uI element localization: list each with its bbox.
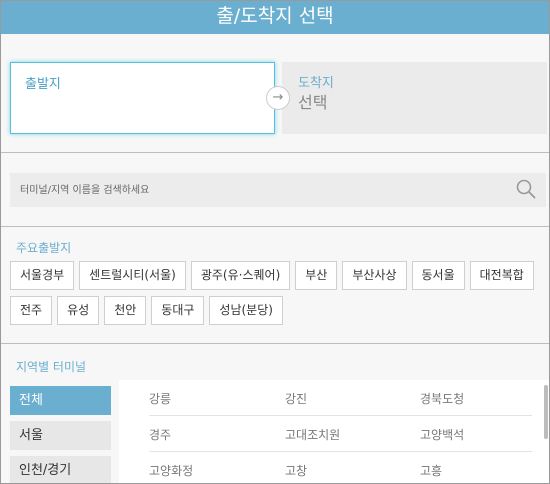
chip-central-city[interactable]: 센트럴시티(서울) xyxy=(79,261,186,290)
chip-gwangju[interactable]: 광주(유·스퀘어) xyxy=(190,261,291,290)
terminal-select-window: 출/도착지 선택 출발지 도착지 선택 → 주요출발지 서울경부 센트럴시티(서… xyxy=(0,0,550,484)
chip-busan-sasang[interactable]: 부산사상 xyxy=(342,261,407,290)
chip-seoul-gyeongbu[interactable]: 서울경부 xyxy=(10,261,75,290)
major-departures-row-1: 서울경부 센트럴시티(서울) 광주(유·스퀘어) 부산 부산사상 동서울 대전복… xyxy=(10,261,534,290)
terminal-row: 경주 고대조치원 고양백석 xyxy=(149,416,532,452)
arrow-right-icon: → xyxy=(266,86,290,110)
terminal-row: 강릉 강진 경북도청 xyxy=(149,380,532,416)
terminal-list: 강릉 강진 경북도청 경주 고대조치원 고양백석 고양화정 고창 고흥 xyxy=(119,380,549,483)
arrival-field[interactable]: 도착지 선택 xyxy=(282,62,547,134)
departure-field[interactable]: 출발지 xyxy=(10,62,275,134)
terminal-item[interactable]: 경주 xyxy=(149,426,171,443)
departure-label: 출발지 xyxy=(25,77,61,92)
divider xyxy=(1,152,549,153)
search-input[interactable] xyxy=(20,182,500,198)
region-item-incheon-gyeonggi[interactable]: 인천/경기 xyxy=(10,456,111,483)
terminal-item[interactable]: 고양화정 xyxy=(149,462,193,479)
chip-dongdaegu[interactable]: 동대구 xyxy=(151,296,205,325)
chip-jeonju[interactable]: 전주 xyxy=(10,296,53,325)
arrival-value: 선택 xyxy=(298,93,328,112)
terminal-item[interactable]: 고창 xyxy=(285,462,307,479)
terminal-item[interactable]: 강릉 xyxy=(149,390,171,407)
major-departures-title: 주요출발지 xyxy=(16,241,72,255)
chip-daejeon[interactable]: 대전복합 xyxy=(469,261,534,290)
region-list: 전체 서울 인천/경기 xyxy=(10,386,111,483)
divider xyxy=(1,226,549,227)
terminal-item[interactable]: 경북도청 xyxy=(420,390,464,407)
chip-yuseong[interactable]: 유성 xyxy=(57,296,100,325)
chip-busan[interactable]: 부산 xyxy=(295,261,338,290)
page-title: 출/도착지 선택 xyxy=(1,1,549,34)
terminal-item[interactable]: 고양백석 xyxy=(420,426,464,443)
terminal-row: 고양화정 고창 고흥 xyxy=(149,452,532,483)
search-icon[interactable] xyxy=(516,179,536,199)
terminal-item[interactable]: 강진 xyxy=(285,390,307,407)
search-bar xyxy=(10,173,546,207)
terminal-item[interactable]: 고흥 xyxy=(420,462,442,479)
chip-dong-seoul[interactable]: 동서울 xyxy=(411,261,465,290)
divider xyxy=(1,343,549,344)
chip-seongnam[interactable]: 성남(분당) xyxy=(209,296,283,325)
terminal-item[interactable]: 고대조치원 xyxy=(285,426,340,443)
regional-terminals-title: 지역별 터미널 xyxy=(16,360,87,374)
region-item-seoul[interactable]: 서울 xyxy=(10,421,111,450)
major-departures-row-2: 전주 유성 천안 동대구 성남(분당) xyxy=(10,296,283,325)
chip-cheonan[interactable]: 천안 xyxy=(104,296,147,325)
terminal-list-scrollbar[interactable] xyxy=(544,385,548,439)
region-item-all[interactable]: 전체 xyxy=(10,386,111,415)
